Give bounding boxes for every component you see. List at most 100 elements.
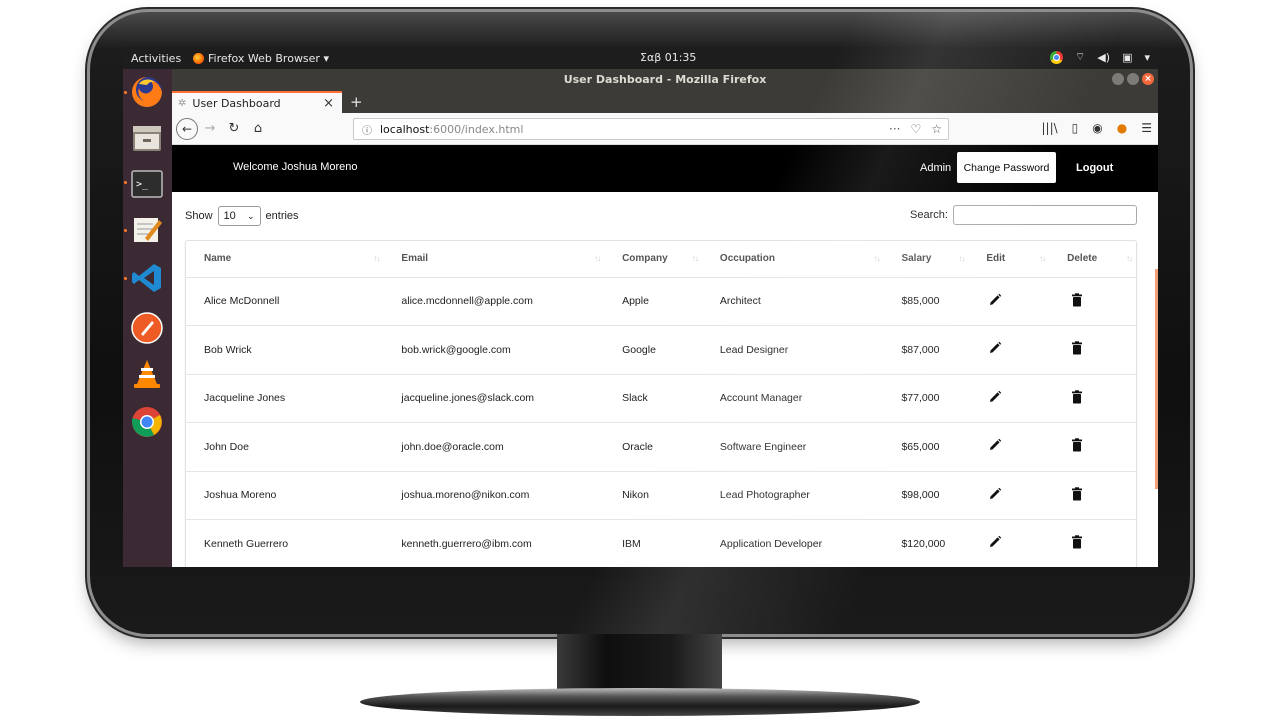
- postman-icon: [131, 312, 163, 344]
- active-indicator: [124, 229, 127, 232]
- monitor-stand-base: [360, 688, 920, 716]
- column-header-company[interactable]: Company ↑↓: [604, 241, 702, 278]
- delete-icon[interactable]: [1049, 535, 1136, 552]
- library-icon[interactable]: |||\: [1041, 121, 1057, 135]
- search-input[interactable]: [953, 205, 1137, 225]
- volume-icon[interactable]: ◀): [1097, 51, 1110, 64]
- hamburger-menu-icon[interactable]: ☰: [1141, 121, 1152, 135]
- chevron-down-icon: ⌄: [246, 210, 255, 221]
- delete-icon[interactable]: [1049, 438, 1136, 455]
- page-actions-icon[interactable]: ···: [889, 122, 900, 136]
- dock-text-editor[interactable]: [128, 211, 166, 249]
- edit-icon[interactable]: [968, 293, 1049, 310]
- edit-icon[interactable]: [968, 487, 1049, 504]
- column-header-salary[interactable]: Salary ↑↓: [883, 241, 969, 278]
- logout-link[interactable]: Logout: [1076, 162, 1113, 174]
- activities-button[interactable]: Activities: [123, 52, 193, 65]
- home-button[interactable]: ⌂: [246, 121, 270, 136]
- cell-edit: [968, 374, 1050, 423]
- pocket-icon[interactable]: ♡: [910, 122, 921, 136]
- app-header: Welcome Joshua Moreno Admin Change Passw…: [172, 145, 1158, 192]
- close-tab-icon[interactable]: ×: [323, 96, 334, 111]
- info-icon[interactable]: ⓘ: [362, 122, 372, 137]
- account-icon[interactable]: ◉: [1092, 121, 1102, 135]
- forward-button[interactable]: →: [198, 121, 222, 136]
- dock-vlc[interactable]: [128, 355, 166, 393]
- edit-icon[interactable]: [968, 390, 1049, 407]
- column-header-occupation[interactable]: Occupation ↑↓: [701, 241, 884, 278]
- cell-salary: $65,000: [883, 422, 969, 472]
- cell-occupation: Application Developer: [701, 519, 884, 567]
- dock-postman[interactable]: [128, 309, 166, 347]
- edit-icon[interactable]: [968, 535, 1049, 552]
- column-header-edit[interactable]: Edit ↑↓: [968, 241, 1050, 278]
- edit-icon[interactable]: [968, 438, 1049, 455]
- new-tab-button[interactable]: +: [342, 93, 371, 113]
- tab-user-dashboard[interactable]: ✲ User Dashboard ×: [172, 91, 342, 113]
- sort-icon: ↑↓: [1039, 254, 1046, 263]
- dock-firefox[interactable]: [128, 73, 166, 111]
- cell-occupation: Account Manager: [701, 374, 884, 423]
- chevron-down-icon[interactable]: ▾: [1144, 51, 1150, 64]
- entries-select[interactable]: 10 ⌄: [217, 206, 261, 226]
- users-table: Name ↑↓ Email ↑↓ Company ↑↓ Occupation ↑↓ Sa…: [186, 241, 1136, 567]
- back-button[interactable]: ←: [176, 117, 198, 140]
- wifi-icon[interactable]: ⌔: [1075, 50, 1085, 64]
- dock-terminal[interactable]: >_: [128, 165, 166, 203]
- table-row: Alice McDonnell alice.mcdonnell@apple.com…: [186, 277, 1136, 326]
- cell-salary: $98,000: [883, 471, 969, 520]
- active-indicator: [124, 277, 127, 280]
- delete-icon[interactable]: [1049, 487, 1136, 504]
- cell-email: john.doe@oracle.com: [383, 422, 605, 472]
- cell-occupation: Lead Designer: [701, 325, 884, 375]
- maximize-button[interactable]: [1127, 73, 1139, 85]
- edit-icon[interactable]: [968, 341, 1049, 358]
- dock-vscode[interactable]: [128, 259, 166, 297]
- system-tray[interactable]: ⌔ ◀) ▣ ▾: [1049, 50, 1150, 64]
- cell-company: Oracle: [604, 422, 702, 472]
- cell-company: Google: [604, 325, 702, 375]
- url-bar[interactable]: ⓘ localhost:6000/index.html ··· ♡ ☆: [353, 118, 949, 140]
- dock: >_: [123, 69, 172, 567]
- text-editor-icon: [134, 218, 162, 242]
- table-body: Alice McDonnell alice.mcdonnell@apple.com…: [186, 277, 1136, 567]
- delete-icon[interactable]: [1049, 341, 1136, 358]
- extension-icon[interactable]: ●: [1117, 121, 1127, 135]
- delete-icon[interactable]: [1049, 293, 1136, 310]
- page-scrollbar[interactable]: [1155, 269, 1158, 489]
- show-label: Show: [185, 210, 213, 222]
- url-path: :6000/index.html: [429, 122, 524, 136]
- sidebar-icon[interactable]: ▯: [1072, 121, 1079, 135]
- system-top-bar: Activities Firefox Web Browser ▾ Σαβ 01:…: [123, 47, 1158, 69]
- delete-icon[interactable]: [1049, 390, 1136, 407]
- cell-email: bob.wrick@google.com: [383, 325, 605, 375]
- reload-button[interactable]: ↻: [222, 121, 246, 136]
- bookmark-star-icon[interactable]: ☆: [931, 122, 942, 136]
- cell-occupation: Architect: [701, 277, 884, 326]
- sort-icon: ↑↓: [958, 254, 965, 263]
- screen: Activities Firefox Web Browser ▾ Σαβ 01:…: [123, 47, 1158, 567]
- close-window-button[interactable]: ×: [1142, 73, 1154, 85]
- app-menu[interactable]: Firefox Web Browser ▾: [193, 52, 329, 65]
- tab-loading-icon: ✲: [178, 97, 187, 109]
- change-password-button[interactable]: Change Password: [957, 152, 1056, 183]
- files-icon: [133, 126, 161, 151]
- table-row: Kenneth Guerrero kenneth.guerrero@ibm.com…: [186, 519, 1136, 567]
- cell-salary: $120,000: [883, 519, 969, 567]
- vscode-icon: [132, 264, 161, 292]
- search-label: Search:: [910, 209, 948, 221]
- url-host: localhost: [380, 122, 430, 136]
- clock[interactable]: Σαβ 01:35: [640, 51, 696, 64]
- dock-chrome[interactable]: [128, 403, 166, 441]
- cell-salary: $85,000: [883, 277, 969, 326]
- battery-icon[interactable]: ▣: [1122, 51, 1132, 64]
- column-header-name[interactable]: Name ↑↓: [186, 241, 384, 278]
- column-header-email[interactable]: Email ↑↓: [383, 241, 605, 278]
- active-indicator: [124, 91, 127, 94]
- column-header-delete[interactable]: Delete ↑↓: [1049, 241, 1136, 278]
- minimize-button[interactable]: [1112, 73, 1124, 85]
- chrome-tray-icon[interactable]: [1049, 50, 1063, 64]
- dock-files[interactable]: [128, 119, 166, 157]
- cell-email: joshua.moreno@nikon.com: [383, 471, 605, 520]
- chrome-icon: [132, 407, 162, 437]
